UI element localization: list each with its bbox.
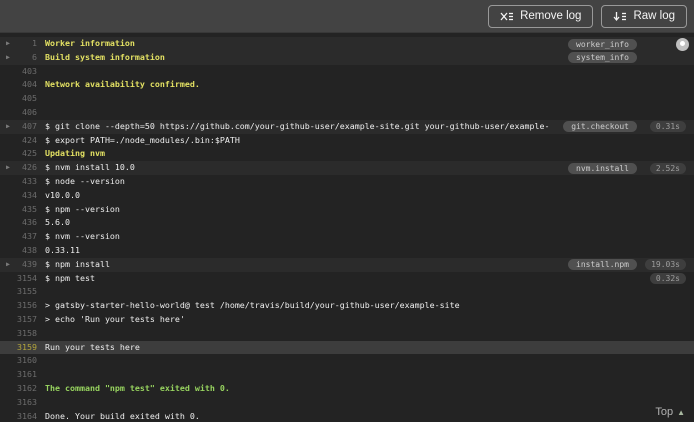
line-number[interactable]: 404 [0,78,37,92]
line-number[interactable]: 403 [0,65,37,79]
log-row: 425 Updating nvm [0,147,694,161]
fold-name-badge: worker_info [568,38,637,50]
fold-name-badge: install.npm [568,259,637,271]
log-row: 3156 > gatsby-starter-hello-world@ test /… [0,299,694,313]
line-number[interactable]: 3160 [0,354,37,368]
log-text: $ node --version [45,175,125,186]
line-number[interactable]: 434 [0,189,37,203]
line-number[interactable]: 437 [0,230,37,244]
log-text: $ npm --version [45,203,120,214]
log-row: 3155 [0,285,694,299]
log-row: 3163 [0,396,694,410]
log-row: ▶ 407 $ git clone --depth=50 https://githu… [0,119,694,134]
line-number[interactable]: 3163 [0,396,37,410]
line-number[interactable]: 406 [0,106,37,120]
line-number[interactable]: 436 [0,216,37,230]
log-row: 436 5.6.0 [0,216,694,230]
log-text: $ export PATH=./node_modules/.bin:$PATH [45,134,240,145]
log-row: 405 [0,92,694,106]
log-text: Run your tests here [45,341,140,352]
log-text: > gatsby-starter-hello-world@ test /home… [45,300,460,311]
line-number[interactable]: 6 [0,51,37,65]
line-number[interactable]: 3156 [0,299,37,313]
scroll-to-top-label: Top [655,406,674,418]
log-toolbar: Remove log Raw log [0,0,694,33]
line-number[interactable]: 3159 [0,341,37,355]
log-text: The command "npm test" exited with 0. [45,382,230,393]
fold-name-badge: system_info [568,52,637,64]
log-text: $ nvm --version [45,231,120,242]
scroll-indicator-knob[interactable] [676,37,689,51]
duration-badge: 2.52s [649,162,686,174]
line-number[interactable]: 405 [0,92,37,106]
line-number[interactable]: 433 [0,175,37,189]
arrow-up-icon: ▲ [677,407,685,417]
remove-log-label: Remove log [520,10,582,22]
line-number[interactable]: 407 [0,120,37,134]
remove-log-button[interactable]: Remove log [488,4,594,28]
log-row: 406 [0,106,694,120]
log-row: 435 $ npm --version [0,203,694,217]
log-row: ▶ 426 $ nvm install 10.0 nvm.install 2.52s [0,161,694,175]
duration-badge: 0.32s [649,273,686,285]
duration-badge: 19.03s [645,259,686,271]
line-number[interactable]: 426 [0,161,37,175]
line-number[interactable]: 3164 [0,410,37,422]
line-number[interactable]: 1 [0,37,37,51]
log-row: 424 $ export PATH=./node_modules/.bin:$PA… [0,134,694,148]
log-row: 3158 [0,327,694,341]
log-row: 3161 [0,368,694,382]
line-number[interactable]: 3155 [0,285,37,299]
fold-name-badge: git.checkout [563,121,637,133]
line-number[interactable]: 3161 [0,368,37,382]
log-row: 3159 Run your tests here [0,340,694,355]
log-row: 3154 $ npm test 0.32s [0,272,694,286]
log-row: 437 $ nvm --version [0,230,694,244]
log-row: ▶ 1 Worker information worker_info [0,37,694,51]
line-number[interactable]: 425 [0,147,37,161]
raw-log-label: Raw log [633,10,675,22]
line-number[interactable]: 424 [0,134,37,148]
log-text: Updating nvm [45,148,105,159]
remove-log-icon [500,11,514,22]
log-row: ▶ 6 Build system information system_info [0,50,694,65]
log-row: 3160 [0,354,694,368]
log-row: 3162 The command "npm test" exited with 0… [0,382,694,396]
log-row: 438 0.33.11 [0,244,694,258]
log-text: $ npm test [45,272,95,283]
log-text: Done. Your build exited with 0. [45,410,200,421]
log-text: 0.33.11 [45,244,80,255]
log-text: 5.6.0 [45,217,70,228]
fold-name-badge: nvm.install [568,162,637,174]
scroll-to-top-link[interactable]: Top ▲ [655,406,685,418]
line-number[interactable]: 3158 [0,327,37,341]
log-container: ▶ 1 Worker information worker_info ▶ 6 Build s… [0,33,694,422]
raw-log-icon [613,11,627,22]
log-row: 403 [0,65,694,79]
log-text: Network availability confirmed. [45,79,200,90]
line-number[interactable]: 438 [0,244,37,258]
line-number[interactable]: 435 [0,203,37,217]
log-text: > echo 'Run your tests here' [45,313,185,324]
log-row: 433 $ node --version [0,175,694,189]
duration-badge: 0.31s [649,121,686,133]
line-number[interactable]: 3162 [0,382,37,396]
log-row: 3164 Done. Your build exited with 0. [0,410,694,422]
log-row: ▶ 439 $ npm install install.npm 19.03s [0,257,694,272]
log-row: 434 v10.0.0 [0,189,694,203]
line-number[interactable]: 3154 [0,272,37,286]
line-number[interactable]: 3157 [0,313,37,327]
raw-log-button[interactable]: Raw log [601,4,687,28]
log-text: v10.0.0 [45,189,80,200]
log-row: 3157 > echo 'Run your tests here' [0,313,694,327]
log-row: 404 Network availability confirmed. [0,78,694,92]
line-number[interactable]: 439 [0,258,37,272]
